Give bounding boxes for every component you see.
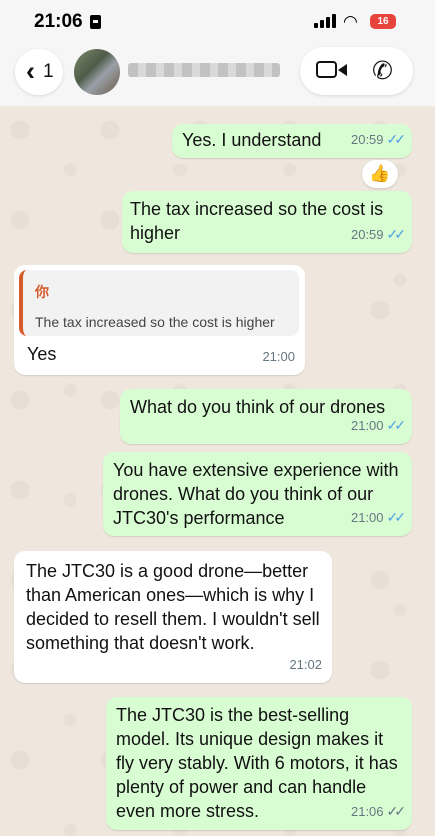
message-time: 21:02 (289, 657, 322, 672)
thumbs-up-icon: 👍 (369, 164, 391, 183)
read-receipt-icon: ✓✓ (386, 509, 407, 525)
message-bubble-outgoing[interactable]: You have extensive experience with drone… (103, 452, 412, 536)
message-meta: 21:00 ✓✓ (350, 413, 407, 438)
read-receipt-icon: ✓✓ (386, 226, 407, 242)
message-bubble-outgoing[interactable]: What do you think of our drones 21:00 ✓✓ (120, 389, 412, 444)
message-time: 21:00 (350, 418, 384, 433)
message-meta: 20:59 ✓✓ (350, 127, 407, 152)
quote-author: 你 (35, 284, 49, 300)
chevron-left-icon: ‹ (26, 56, 35, 86)
message-time: 21:06 (350, 804, 384, 819)
unread-count: 1 (43, 61, 54, 82)
message-meta: 21:00 (262, 345, 295, 369)
wifi-icon: ◠ (343, 12, 358, 31)
message-bubble-outgoing[interactable]: The JTC30 is the best-selling model. Its… (106, 697, 412, 830)
message-time: 21:00 (262, 349, 295, 364)
message-time: 21:00 (350, 510, 384, 525)
avatar[interactable] (74, 49, 120, 95)
message-text: The JTC30 is a good drone—better than Am… (26, 561, 320, 653)
call-actions: ✆ (300, 47, 413, 95)
back-button[interactable]: ‹ 1 (15, 49, 63, 95)
message-meta: 21:00 ✓✓ (350, 505, 407, 530)
signal-icon (314, 14, 336, 28)
status-time: 21:06 (34, 11, 83, 32)
message-bubble-incoming[interactable]: The JTC30 is a good drone—better than Am… (14, 551, 332, 683)
delivered-receipt-icon: ✓✓ (386, 803, 407, 819)
message-text: Yes (27, 344, 57, 364)
battery-icon: 16 (370, 14, 396, 29)
orientation-lock-icon (90, 15, 101, 29)
quoted-message[interactable]: 你 The tax increased so the cost is highe… (19, 270, 299, 336)
video-call-icon[interactable] (316, 61, 337, 78)
phone-call-icon[interactable]: ✆ (372, 56, 393, 86)
message-meta: 21:02 (289, 653, 322, 677)
message-bubble-incoming[interactable]: 你 The tax increased so the cost is highe… (14, 265, 305, 375)
message-meta: 21:06 ✓✓ (350, 799, 407, 824)
contact-name-blurred[interactable] (128, 63, 280, 77)
chat-header: ‹ 1 ✆ (0, 44, 435, 106)
read-receipt-icon: ✓✓ (386, 131, 407, 147)
message-bubble-outgoing[interactable]: Yes. I understand 20:59 ✓✓ (172, 124, 412, 158)
status-bar: 21:06 ◠ 16 (0, 0, 435, 44)
read-receipt-icon: ✓✓ (386, 417, 407, 433)
message-meta: 20:59 ✓✓ (350, 222, 407, 247)
reaction-thumbs-up[interactable]: 👍 (362, 160, 398, 188)
video-call-lens-icon (338, 64, 347, 76)
message-time: 20:59 (350, 227, 384, 242)
quote-text: The tax increased so the cost is higher (35, 314, 275, 330)
message-bubble-outgoing[interactable]: The tax increased so the cost is higher … (122, 191, 412, 253)
message-time: 20:59 (350, 132, 384, 147)
